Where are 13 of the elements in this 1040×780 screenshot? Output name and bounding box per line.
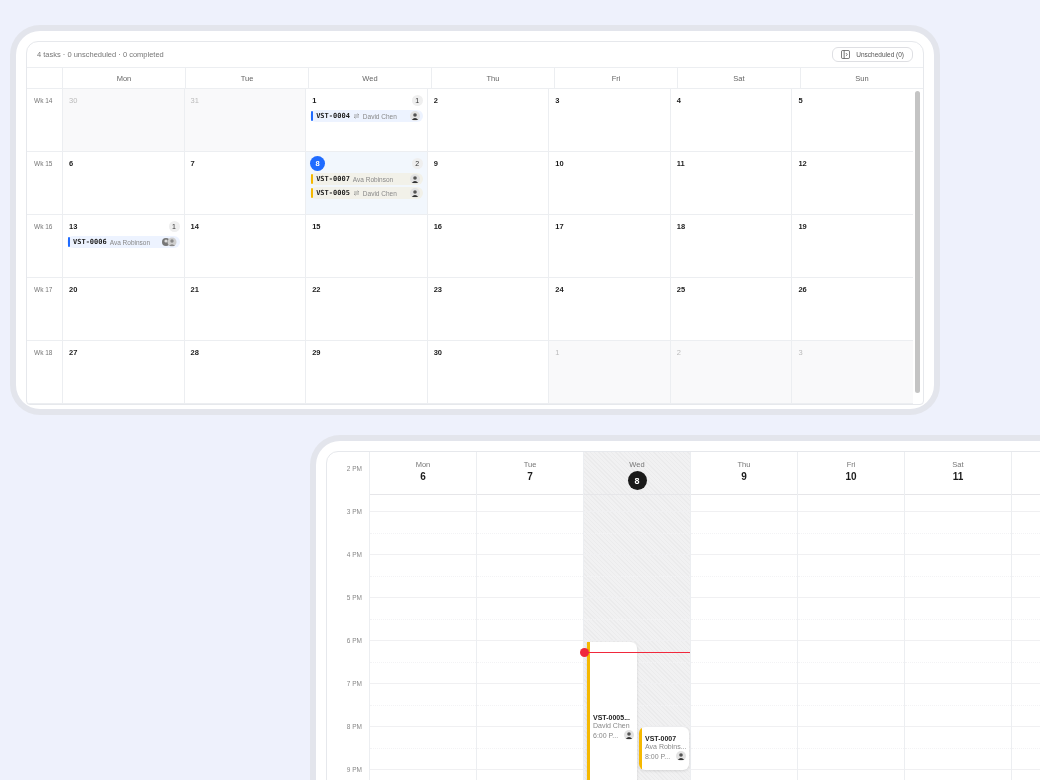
- day-number: 9: [741, 471, 747, 482]
- day-number: 8: [627, 471, 647, 490]
- day-number: 10: [845, 471, 857, 482]
- scrollbar[interactable]: [915, 91, 920, 393]
- day-number: 11: [952, 471, 964, 482]
- day-number: 7: [527, 471, 533, 482]
- avatar-icon: [676, 751, 686, 761]
- avatar-icon: [409, 174, 420, 184]
- side-panel-icon: [841, 50, 851, 59]
- avatar-icon: [624, 730, 634, 740]
- avatar-icon: [409, 188, 420, 198]
- avatar-icon: [409, 111, 420, 121]
- day-number: 6: [420, 471, 426, 482]
